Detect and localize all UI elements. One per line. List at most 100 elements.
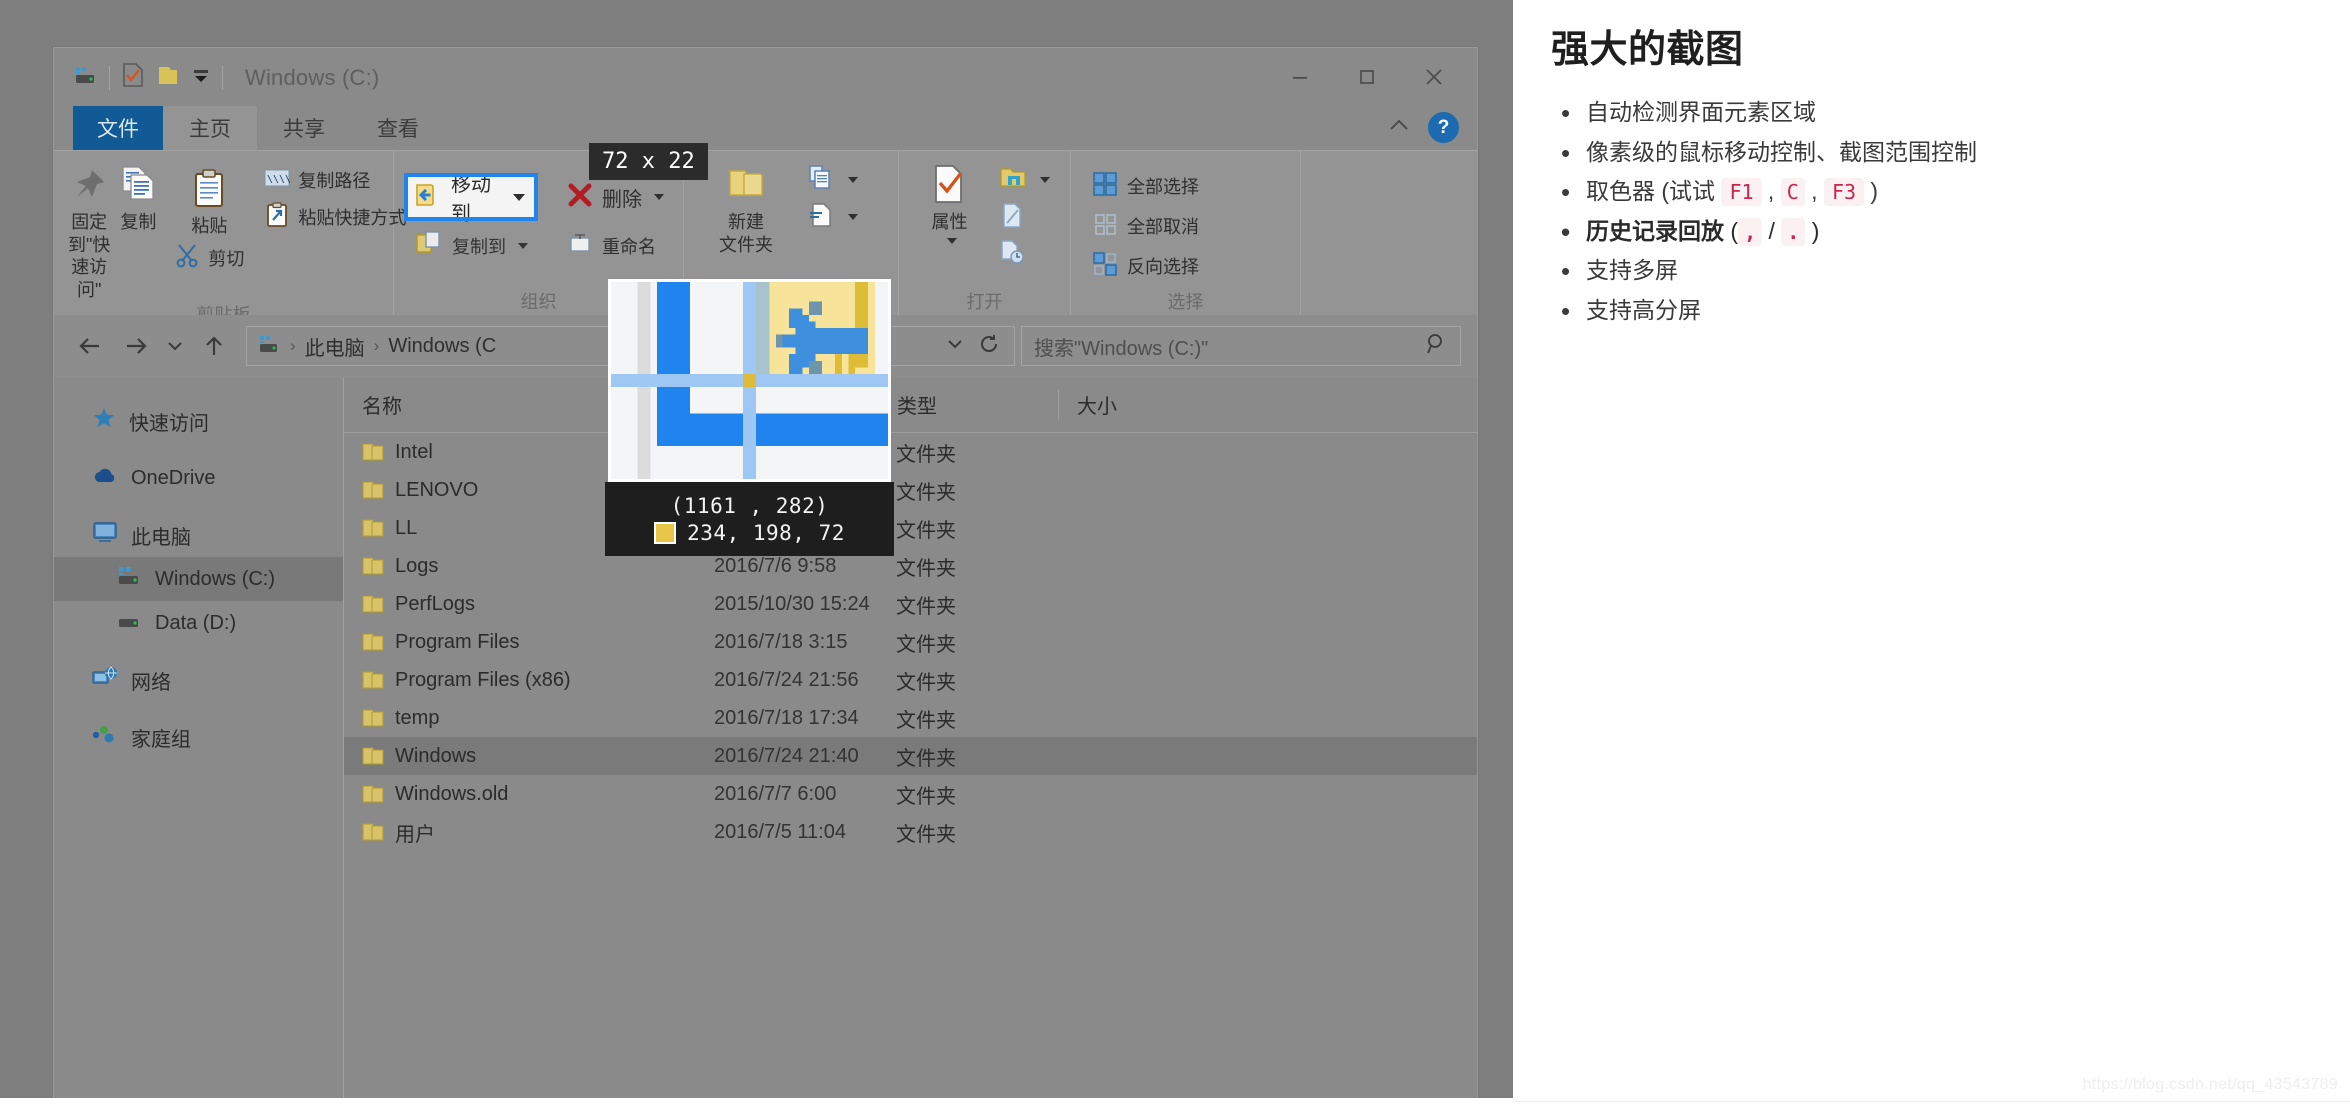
sidebar-label: 家庭组	[131, 728, 191, 751]
table-row[interactable]: PerfLogs 2015/10/30 15:24 文件夹	[344, 585, 1477, 623]
column-header-size[interactable]: 大小	[1058, 389, 1178, 420]
list-item: 历史记录回放 (, / . )	[1551, 210, 2322, 254]
table-row[interactable]: Windows 2016/7/24 21:40 文件夹	[344, 737, 1477, 775]
easy-access-button[interactable]	[800, 200, 864, 234]
window-controls	[1266, 56, 1467, 98]
select-none-button[interactable]: 全部取消	[1085, 209, 1205, 243]
sidebar-item-quick-access[interactable]: 快速访问	[54, 399, 343, 443]
chevron-down-icon[interactable]	[513, 193, 525, 201]
edit-button[interactable]	[992, 200, 1056, 234]
table-row[interactable]: LL2016/7/25 17:26文件夹	[344, 509, 1477, 547]
table-row[interactable]: LENOVO2016/7/6 9:49文件夹	[344, 471, 1477, 509]
tab-file[interactable]: 文件	[73, 106, 163, 150]
rename-button[interactable]: 重命名	[560, 229, 670, 263]
open-folder-icon	[998, 165, 1028, 196]
chevron-down-icon[interactable]	[848, 177, 858, 183]
chevron-down-icon[interactable]	[848, 214, 858, 220]
history-icon	[998, 238, 1026, 271]
dimmed-screen-capture-area[interactable]: Windows (C:) 文件 主页 共享 查看 ? 固定到"快 速访问" 复制…	[0, 0, 1513, 1098]
homegroup-icon	[92, 722, 118, 752]
table-row[interactable]: temp 2016/7/18 17:34 文件夹	[344, 699, 1477, 737]
select-group-label: 选择	[1167, 292, 1204, 312]
search-icon[interactable]	[1424, 332, 1448, 361]
column-header-type[interactable]: 类型	[878, 389, 1058, 420]
file-name-text: Windows	[395, 744, 477, 767]
chevron-down-icon[interactable]	[946, 237, 957, 244]
color-swatch	[654, 521, 677, 544]
chevron-down-icon[interactable]	[518, 243, 528, 249]
sidebar-item-windows-c[interactable]: Windows (C:)	[54, 557, 343, 601]
breadcrumb-item-1[interactable]: Windows (C	[388, 335, 496, 358]
list-item-label: 像素级的鼠标移动控制、截图范围控制	[1586, 138, 1977, 165]
delete-button[interactable]: 删除	[560, 177, 670, 217]
new-folder-icon[interactable]	[156, 63, 180, 92]
chevron-down-icon[interactable]	[191, 65, 211, 90]
up-button[interactable]	[194, 326, 234, 366]
sidebar-item-data-d[interactable]: Data (D:)	[54, 601, 343, 645]
breadcrumb-item-0[interactable]: 此电脑	[305, 332, 365, 361]
properties-icon[interactable]	[121, 62, 145, 93]
forward-button[interactable]	[116, 326, 156, 366]
feature-list: 自动检测界面元素区域像素级的鼠标移动控制、截图范围控制取色器 (试试 F1 , …	[1551, 91, 2322, 333]
drive-icon	[116, 564, 142, 594]
sidebar-item-this-pc[interactable]: 此电脑	[54, 513, 343, 557]
close-button[interactable]	[1400, 56, 1467, 98]
maximize-button[interactable]	[1333, 56, 1400, 98]
minimize-button[interactable]	[1266, 56, 1333, 98]
history-button[interactable]	[992, 237, 1056, 271]
move-to-button[interactable]: 移动到	[404, 173, 538, 225]
file-name-cell: PerfLogs	[344, 593, 696, 616]
cut-button[interactable]: 剪切	[166, 241, 252, 275]
invert-selection-button[interactable]: 反向选择	[1085, 249, 1205, 283]
drive-icon[interactable]	[72, 62, 98, 93]
file-name-cell: Program Files	[344, 631, 696, 654]
copy-button[interactable]: 复制	[116, 159, 160, 234]
new-folder-button[interactable]: 新建 文件夹	[698, 159, 794, 256]
table-row[interactable]: Logs 2016/7/6 9:58 文件夹	[344, 547, 1477, 585]
tab-share[interactable]: 共享	[257, 106, 351, 150]
search-input[interactable]: 搜索"Windows (C:)"	[1034, 332, 1424, 361]
copy-to-button[interactable]: 复制到	[408, 229, 534, 263]
file-type-cell: 文件夹	[896, 785, 956, 808]
chevron-down-icon[interactable]	[1040, 177, 1050, 183]
paste-button[interactable]: 粘贴	[166, 163, 252, 238]
breadcrumb-separator-1: ›	[373, 336, 380, 355]
pin-to-quick-access-button[interactable]: 固定到"快 速访问"	[68, 159, 110, 301]
magnifier-canvas	[611, 282, 888, 479]
folder-icon	[362, 519, 384, 537]
chevron-down-icon[interactable]	[654, 194, 664, 200]
help-button[interactable]: ?	[1428, 112, 1459, 143]
copy-path-button[interactable]: \\\\… 复制路径	[258, 163, 412, 197]
tab-home[interactable]: 主页	[163, 106, 257, 150]
table-row[interactable]: Program Files (x86) 2016/7/24 21:56 文件夹	[344, 661, 1477, 699]
chevron-down-icon[interactable]	[946, 337, 964, 356]
file-date-cell: 2016/7/18 17:34	[714, 706, 859, 729]
ribbon-group-open: 属性 打开	[899, 151, 1071, 316]
chevron-up-icon[interactable]	[1386, 116, 1412, 139]
nav-gap-1	[54, 443, 343, 456]
new-item-icon	[806, 163, 836, 198]
search-box[interactable]: 搜索"Windows (C:)"	[1021, 326, 1461, 366]
table-row[interactable]: Program Files 2016/7/18 3:15 文件夹	[344, 623, 1477, 661]
new-item-button[interactable]	[800, 163, 864, 197]
sidebar-item-onedrive[interactable]: OneDrive	[54, 456, 343, 500]
paste-shortcut-button[interactable]: 粘贴快捷方式	[258, 200, 412, 234]
table-row[interactable]: Intel2016/7/6 9:52文件夹	[344, 433, 1477, 471]
ribbon-tab-strip: 文件 主页 共享 查看 ?	[54, 106, 1477, 150]
window-title: Windows (C:)	[245, 65, 380, 90]
open-folder-button[interactable]	[992, 163, 1056, 197]
tab-view[interactable]: 查看	[351, 106, 445, 150]
scissors-icon	[174, 242, 200, 273]
file-date-cell: 2015/10/30 15:24	[714, 592, 870, 615]
select-all-button[interactable]: 全部选择	[1085, 169, 1205, 203]
sidebar-item-homegroup[interactable]: 家庭组	[54, 715, 343, 759]
move-to-icon	[413, 180, 443, 215]
recent-locations-button[interactable]	[162, 326, 188, 366]
back-button[interactable]	[70, 326, 110, 366]
refresh-icon[interactable]	[978, 333, 1000, 360]
properties-button[interactable]: 属性	[913, 159, 986, 244]
table-row[interactable]: Windows.old 2016/7/7 6:00 文件夹	[344, 775, 1477, 813]
table-row[interactable]: 用户 2016/7/5 11:04 文件夹	[344, 813, 1477, 851]
sidebar-item-network[interactable]: 网络	[54, 658, 343, 702]
select-all-icon	[1091, 170, 1119, 203]
